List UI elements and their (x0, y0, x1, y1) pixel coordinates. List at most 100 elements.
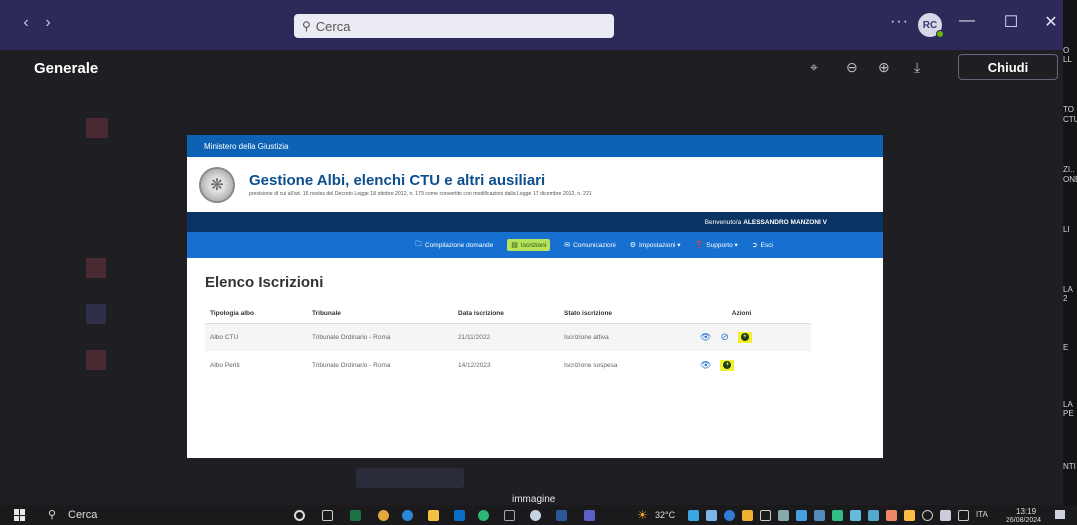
temperature-label[interactable]: 32°C (655, 510, 675, 520)
cell-actions: 👁 ⊘ + (682, 323, 811, 351)
strip-text: PE (1063, 409, 1074, 418)
folder-icon: 🗀 (415, 240, 422, 248)
minimize-icon[interactable]: — (956, 12, 978, 30)
task-view-icon[interactable] (322, 510, 333, 521)
welcome-prefix: Benvenuto/a (704, 218, 742, 226)
viewer-title: Generale (34, 60, 99, 77)
strip-text: LL (1063, 55, 1072, 64)
view-eye-icon[interactable]: 👁 (700, 360, 711, 371)
forward-arrow-icon[interactable]: › (40, 14, 56, 32)
download-icon[interactable]: ⤓ (914, 59, 920, 76)
menu-item-iscrizioni[interactable]: ▤ Iscrizioni (507, 239, 551, 251)
back-arrow-icon[interactable]: ‹ (18, 14, 34, 32)
plus-icon: + (740, 333, 749, 342)
edge-dev-icon[interactable] (478, 510, 489, 521)
menu-item-comunicazioni[interactable]: ✉ Comunicazioni (564, 241, 616, 250)
tray-icon[interactable] (724, 510, 735, 521)
right-background-strip: O LL TO CTU ZI.. ONE LI LA 2 E LA PE NTI (1063, 0, 1077, 525)
speaker-icon[interactable] (922, 510, 933, 521)
close-viewer-button[interactable]: Chiudi (958, 54, 1058, 80)
word-icon[interactable] (556, 510, 567, 521)
tray-icon[interactable] (814, 510, 825, 521)
tray-icon[interactable] (886, 510, 897, 521)
strip-text: 2 (1063, 294, 1068, 303)
tray-icon[interactable] (850, 510, 861, 521)
excel-icon[interactable] (350, 510, 361, 521)
tray-icon[interactable] (688, 510, 699, 521)
tray-icon[interactable] (868, 510, 879, 521)
keyboard-icon[interactable] (958, 510, 969, 521)
clock-time[interactable]: 13:19 (1016, 507, 1036, 516)
doc-body: Elenco Iscrizioni Tipologia albo Tribuna… (187, 258, 883, 379)
blurred-background-block (86, 258, 106, 278)
menu-item-compilazione[interactable]: 🗀 Compilazione domande (415, 240, 493, 251)
suspend-icon[interactable]: ⊘ (720, 332, 728, 343)
add-button[interactable]: + (737, 331, 752, 343)
question-icon: ❓ (694, 242, 704, 249)
more-options-button[interactable]: ··· (890, 13, 909, 31)
list-icon: ▤ (511, 242, 518, 249)
add-button[interactable]: + (720, 359, 735, 371)
cell-albo: Albo Periti (210, 361, 240, 369)
tray-icon[interactable] (796, 510, 807, 521)
ministry-label: Ministero della Giustizia (204, 141, 289, 151)
language-label[interactable]: ITA (976, 510, 988, 519)
doc-header: ❋ Gestione Albi, elenchi CTU e altri aus… (187, 157, 883, 212)
column-header: Stato iscrizione (564, 305, 682, 324)
app-icon[interactable] (504, 510, 515, 521)
exit-icon: ➲ (751, 242, 758, 249)
presence-status-icon (936, 30, 944, 38)
cortana-circle-icon[interactable] (294, 510, 305, 521)
emblem-icon: ❋ (199, 166, 235, 203)
tray-icon[interactable] (706, 510, 717, 521)
edge-icon[interactable] (402, 510, 413, 521)
gear-icon: ⚙ (629, 242, 637, 249)
column-header: Tipologia albo (205, 305, 312, 324)
tray-icon[interactable] (778, 510, 789, 521)
faded-background-button (356, 468, 464, 488)
menu-item-impostazioni[interactable]: ⚙ Impostazioni ▾ (630, 241, 681, 249)
strip-text: E (1063, 343, 1069, 352)
strip-text: NTI (1063, 462, 1076, 471)
cell-data: 14/12/2023 (458, 361, 491, 369)
search-icon[interactable]: ⚲ (48, 508, 56, 521)
taskbar-search-label[interactable]: Cerca (68, 509, 97, 521)
taskbar: ⚲ Cerca ☀ 32°C ITA 13:19 26/08/2024 (0, 505, 1077, 525)
document-image: Ministero della Giustizia ❋ Gestione Alb… (187, 135, 883, 458)
search-placeholder: Cerca (315, 18, 351, 34)
table-row: Albo Periti Tribunale Ordinario - Roma 1… (205, 351, 811, 379)
menu-label: Esci (760, 241, 773, 249)
weather-sun-icon[interactable]: ☀ (637, 508, 648, 522)
menu-item-esci[interactable]: ➲ Esci (751, 241, 773, 250)
zoom-out-icon[interactable]: ⊖ (846, 59, 858, 76)
teams-icon[interactable] (584, 510, 595, 521)
cell-stato: Iscrizione sospesa (564, 361, 618, 369)
column-header: Data iscrizione (458, 305, 564, 324)
menu-label: Impostazioni ▾ (639, 242, 681, 249)
clock-date[interactable]: 26/08/2024 (1006, 517, 1041, 524)
view-eye-icon[interactable]: 👁 (700, 332, 711, 343)
doc-title: Gestione Albi, elenchi CTU e altri ausil… (249, 172, 546, 189)
strip-text: CTU (1063, 115, 1077, 124)
tray-icon[interactable] (832, 510, 843, 521)
blurred-background-block (86, 350, 106, 370)
cell-tribunale: Tribunale Ordinario - Roma (312, 361, 391, 369)
zoom-in-icon[interactable]: ⊕ (878, 59, 890, 76)
tray-icon[interactable] (742, 510, 753, 521)
app-icon[interactable] (530, 510, 541, 521)
tray-icon[interactable] (760, 510, 771, 521)
notification-icon[interactable] (1055, 510, 1065, 519)
close-icon[interactable]: ✕ (1040, 12, 1062, 32)
crop-icon[interactable]: ⌖ (810, 59, 818, 76)
outlook-icon[interactable] (454, 510, 465, 521)
menu-item-supporto[interactable]: ❓ Supporto ▾ (695, 241, 738, 249)
windows-start-icon[interactable] (14, 509, 26, 521)
cell-albo: Albo CTU (205, 323, 312, 351)
maximize-icon[interactable]: ☐ (1000, 12, 1022, 32)
search-input[interactable]: ⚲ Cerca (294, 14, 614, 38)
tray-icon[interactable] (904, 510, 915, 521)
network-icon[interactable] (940, 510, 951, 521)
chrome-icon[interactable] (378, 510, 389, 521)
blurred-background-block (86, 118, 108, 138)
file-explorer-icon[interactable] (428, 510, 439, 521)
